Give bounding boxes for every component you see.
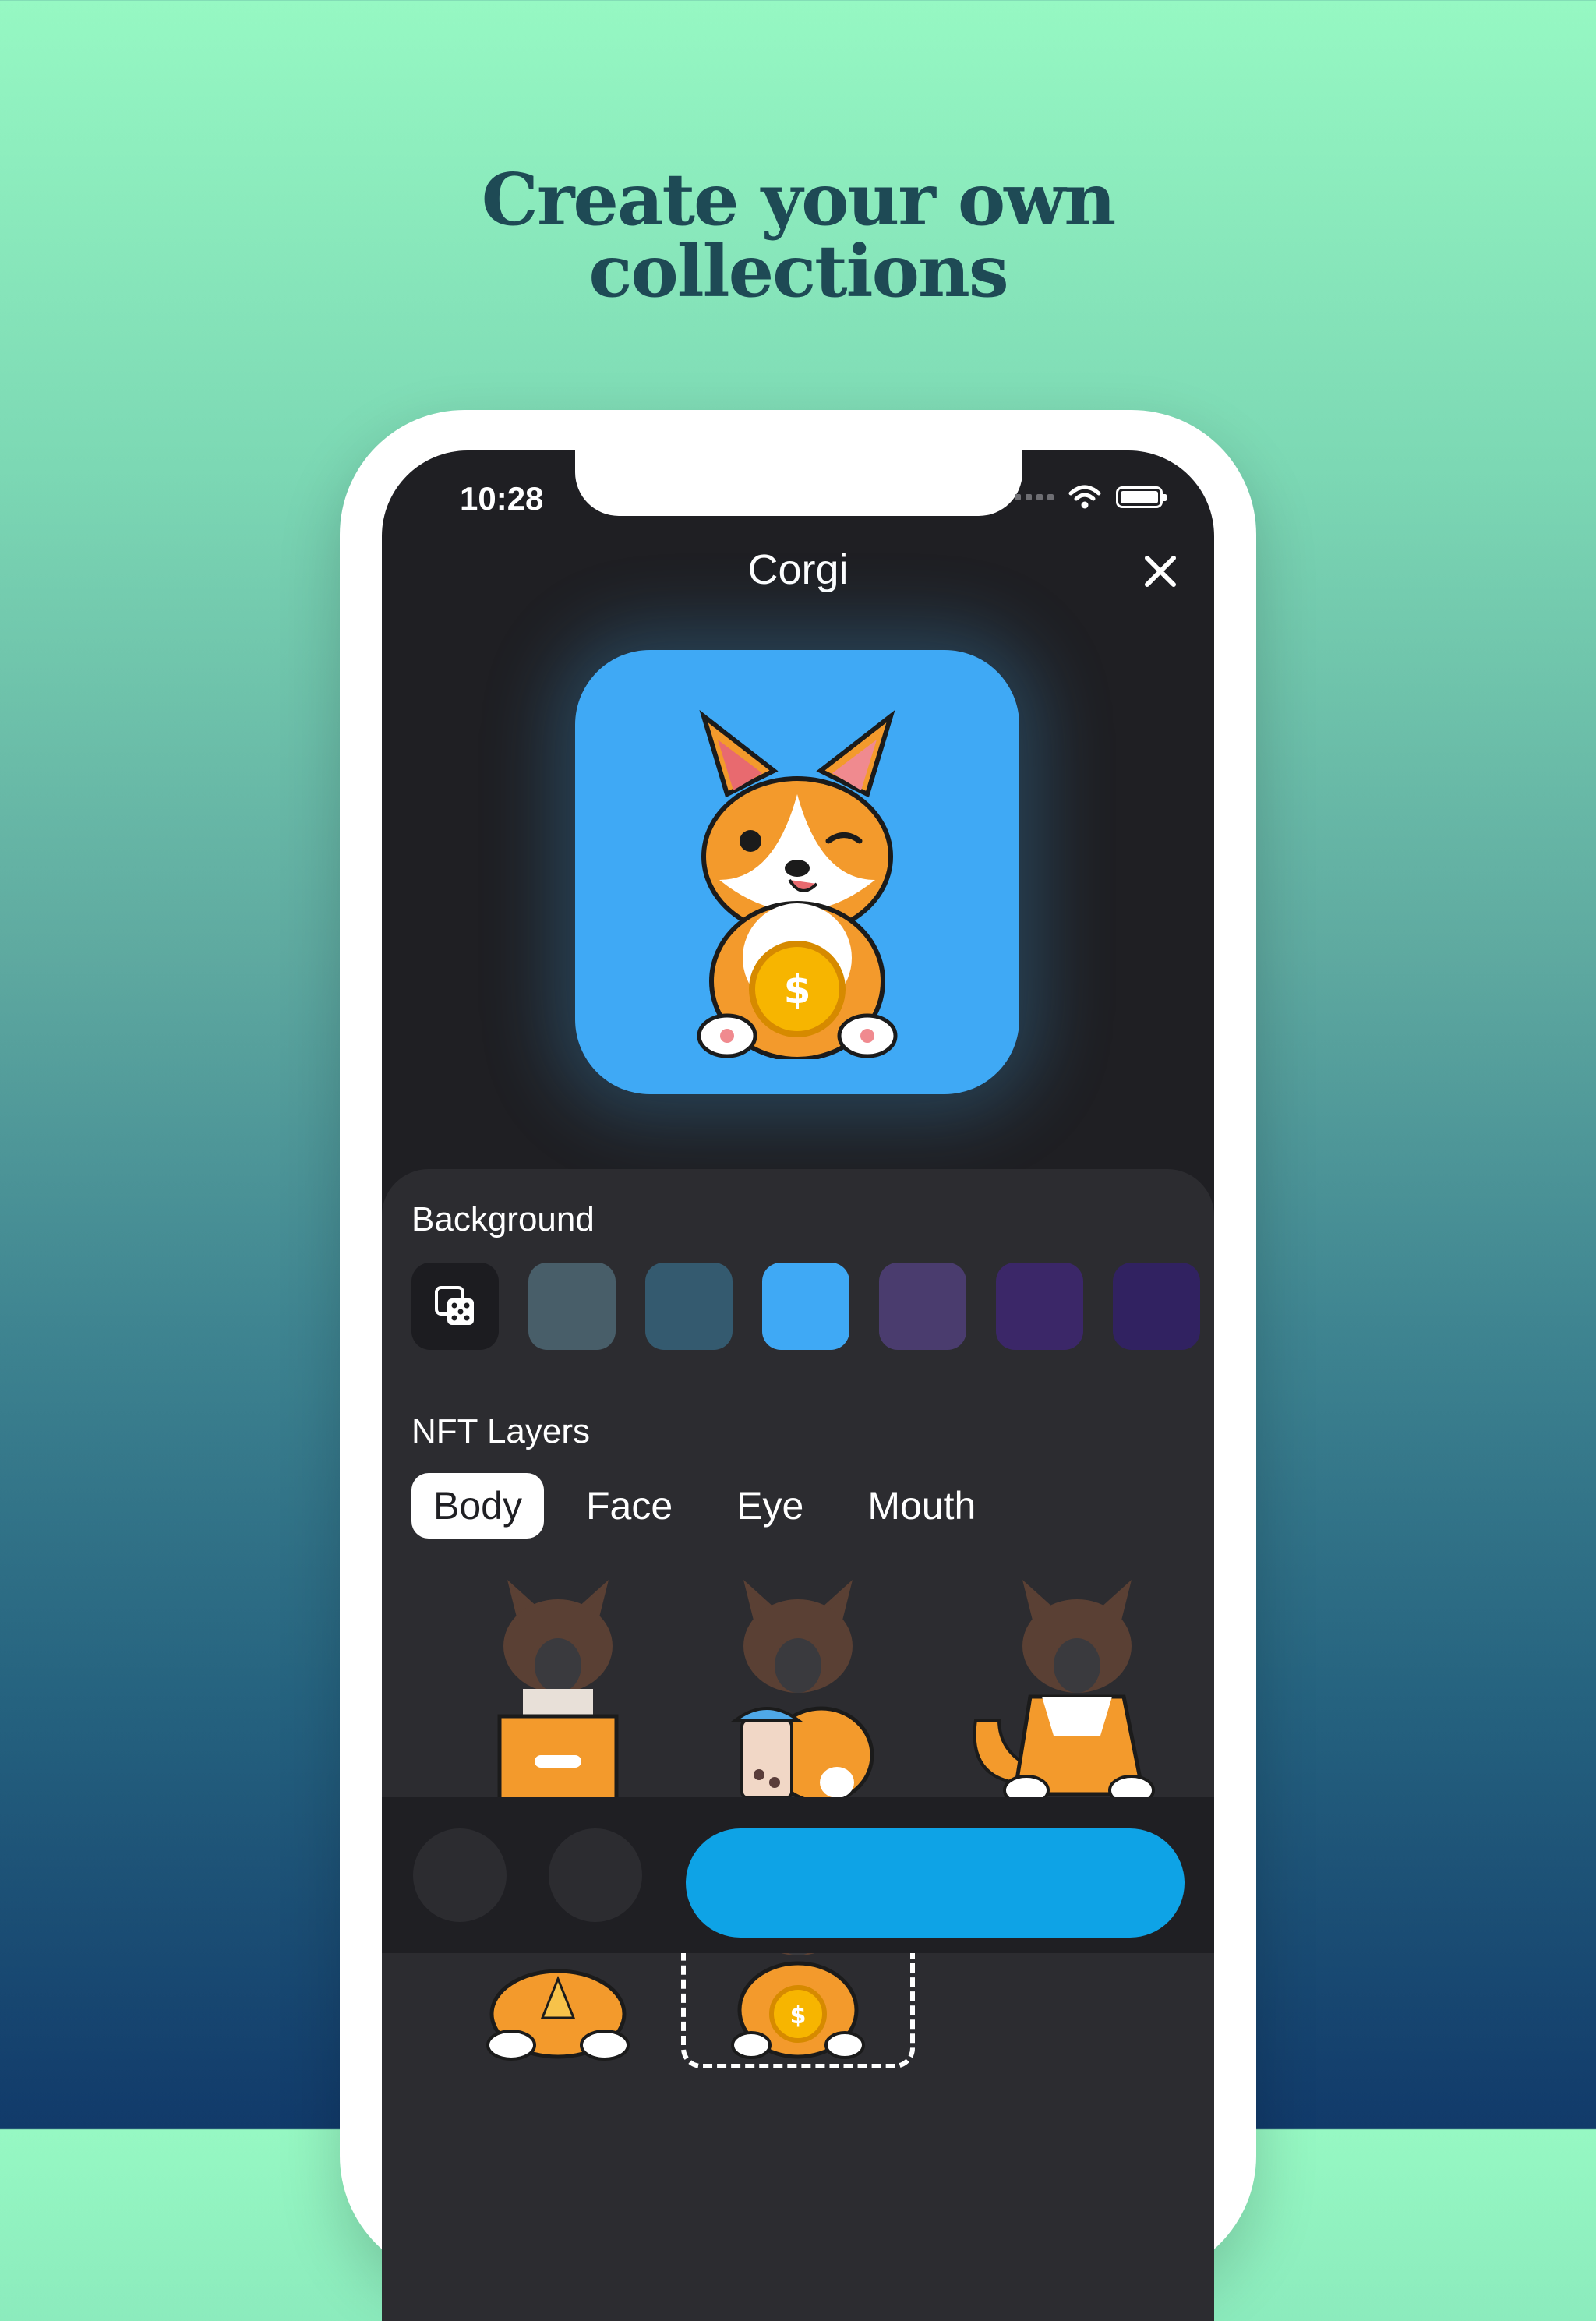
- status-time: 10:28: [460, 480, 544, 517]
- layer-option-sitting-body[interactable]: [945, 1568, 1178, 1810]
- background-swatch-4[interactable]: [879, 1263, 966, 1350]
- tab-face[interactable]: Face: [564, 1473, 694, 1539]
- tab-body[interactable]: Body: [411, 1473, 544, 1539]
- phone-frame: 10:28 Corgi $ Background NFT Layers Body…: [340, 410, 1256, 2321]
- headline-line-1: Create your own: [481, 157, 1117, 242]
- box-body-thumbnail: [497, 1580, 619, 1804]
- layer-option-box-body[interactable]: [441, 1568, 675, 1810]
- background-swatch-5[interactable]: [996, 1263, 1083, 1350]
- background-swatch-3[interactable]: [762, 1263, 849, 1350]
- add-layer-button[interactable]: [413, 1828, 507, 1922]
- tab-mouth[interactable]: Mouth: [846, 1473, 998, 1539]
- background-swatch-1[interactable]: [528, 1263, 616, 1350]
- cellular-signal-icon: [1015, 494, 1054, 500]
- battery-icon: [1116, 486, 1167, 508]
- notch: [575, 450, 1022, 516]
- nft-layers-label: NFT Layers: [411, 1412, 591, 1450]
- background-swatch-2[interactable]: [645, 1263, 733, 1350]
- background-swatch-6[interactable]: [1113, 1263, 1200, 1350]
- random-background-button[interactable]: [411, 1263, 499, 1350]
- svg-text:$: $: [790, 2002, 807, 2030]
- nft-preview: $: [575, 650, 1019, 1094]
- nav-title: Corgi: [747, 546, 849, 593]
- headline-line-2: collections: [588, 229, 1008, 313]
- status-icons: [1015, 482, 1167, 513]
- background-swatches: [411, 1263, 1200, 1350]
- bottom-action-bar: [382, 1797, 1214, 1953]
- close-icon: [1145, 556, 1176, 587]
- editor-panel: Background NFT Layers Body Face Eye Mout…: [382, 1169, 1214, 2321]
- svg-text:$: $: [784, 967, 811, 1012]
- wifi-icon: [1068, 485, 1101, 509]
- layer-tabs: Body Face Eye Mouth: [411, 1473, 998, 1539]
- boba-body-thumbnail: [730, 1580, 874, 1804]
- dice-icon: [435, 1286, 474, 1325]
- primary-action-button[interactable]: [686, 1828, 1185, 1938]
- sitting-body-thumbnail: [973, 1580, 1155, 1806]
- phone-screen: 10:28 Corgi $ Background NFT Layers Body…: [382, 450, 1214, 2321]
- save-draft-button[interactable]: [549, 1828, 642, 1922]
- corgi-illustration: $: [697, 709, 898, 1059]
- background-label: Background: [411, 1200, 595, 1238]
- close-button[interactable]: [1135, 546, 1186, 597]
- headline: Create your own collections: [0, 164, 1596, 307]
- tab-eye[interactable]: Eye: [715, 1473, 825, 1539]
- layer-option-boba-body[interactable]: [681, 1568, 915, 1810]
